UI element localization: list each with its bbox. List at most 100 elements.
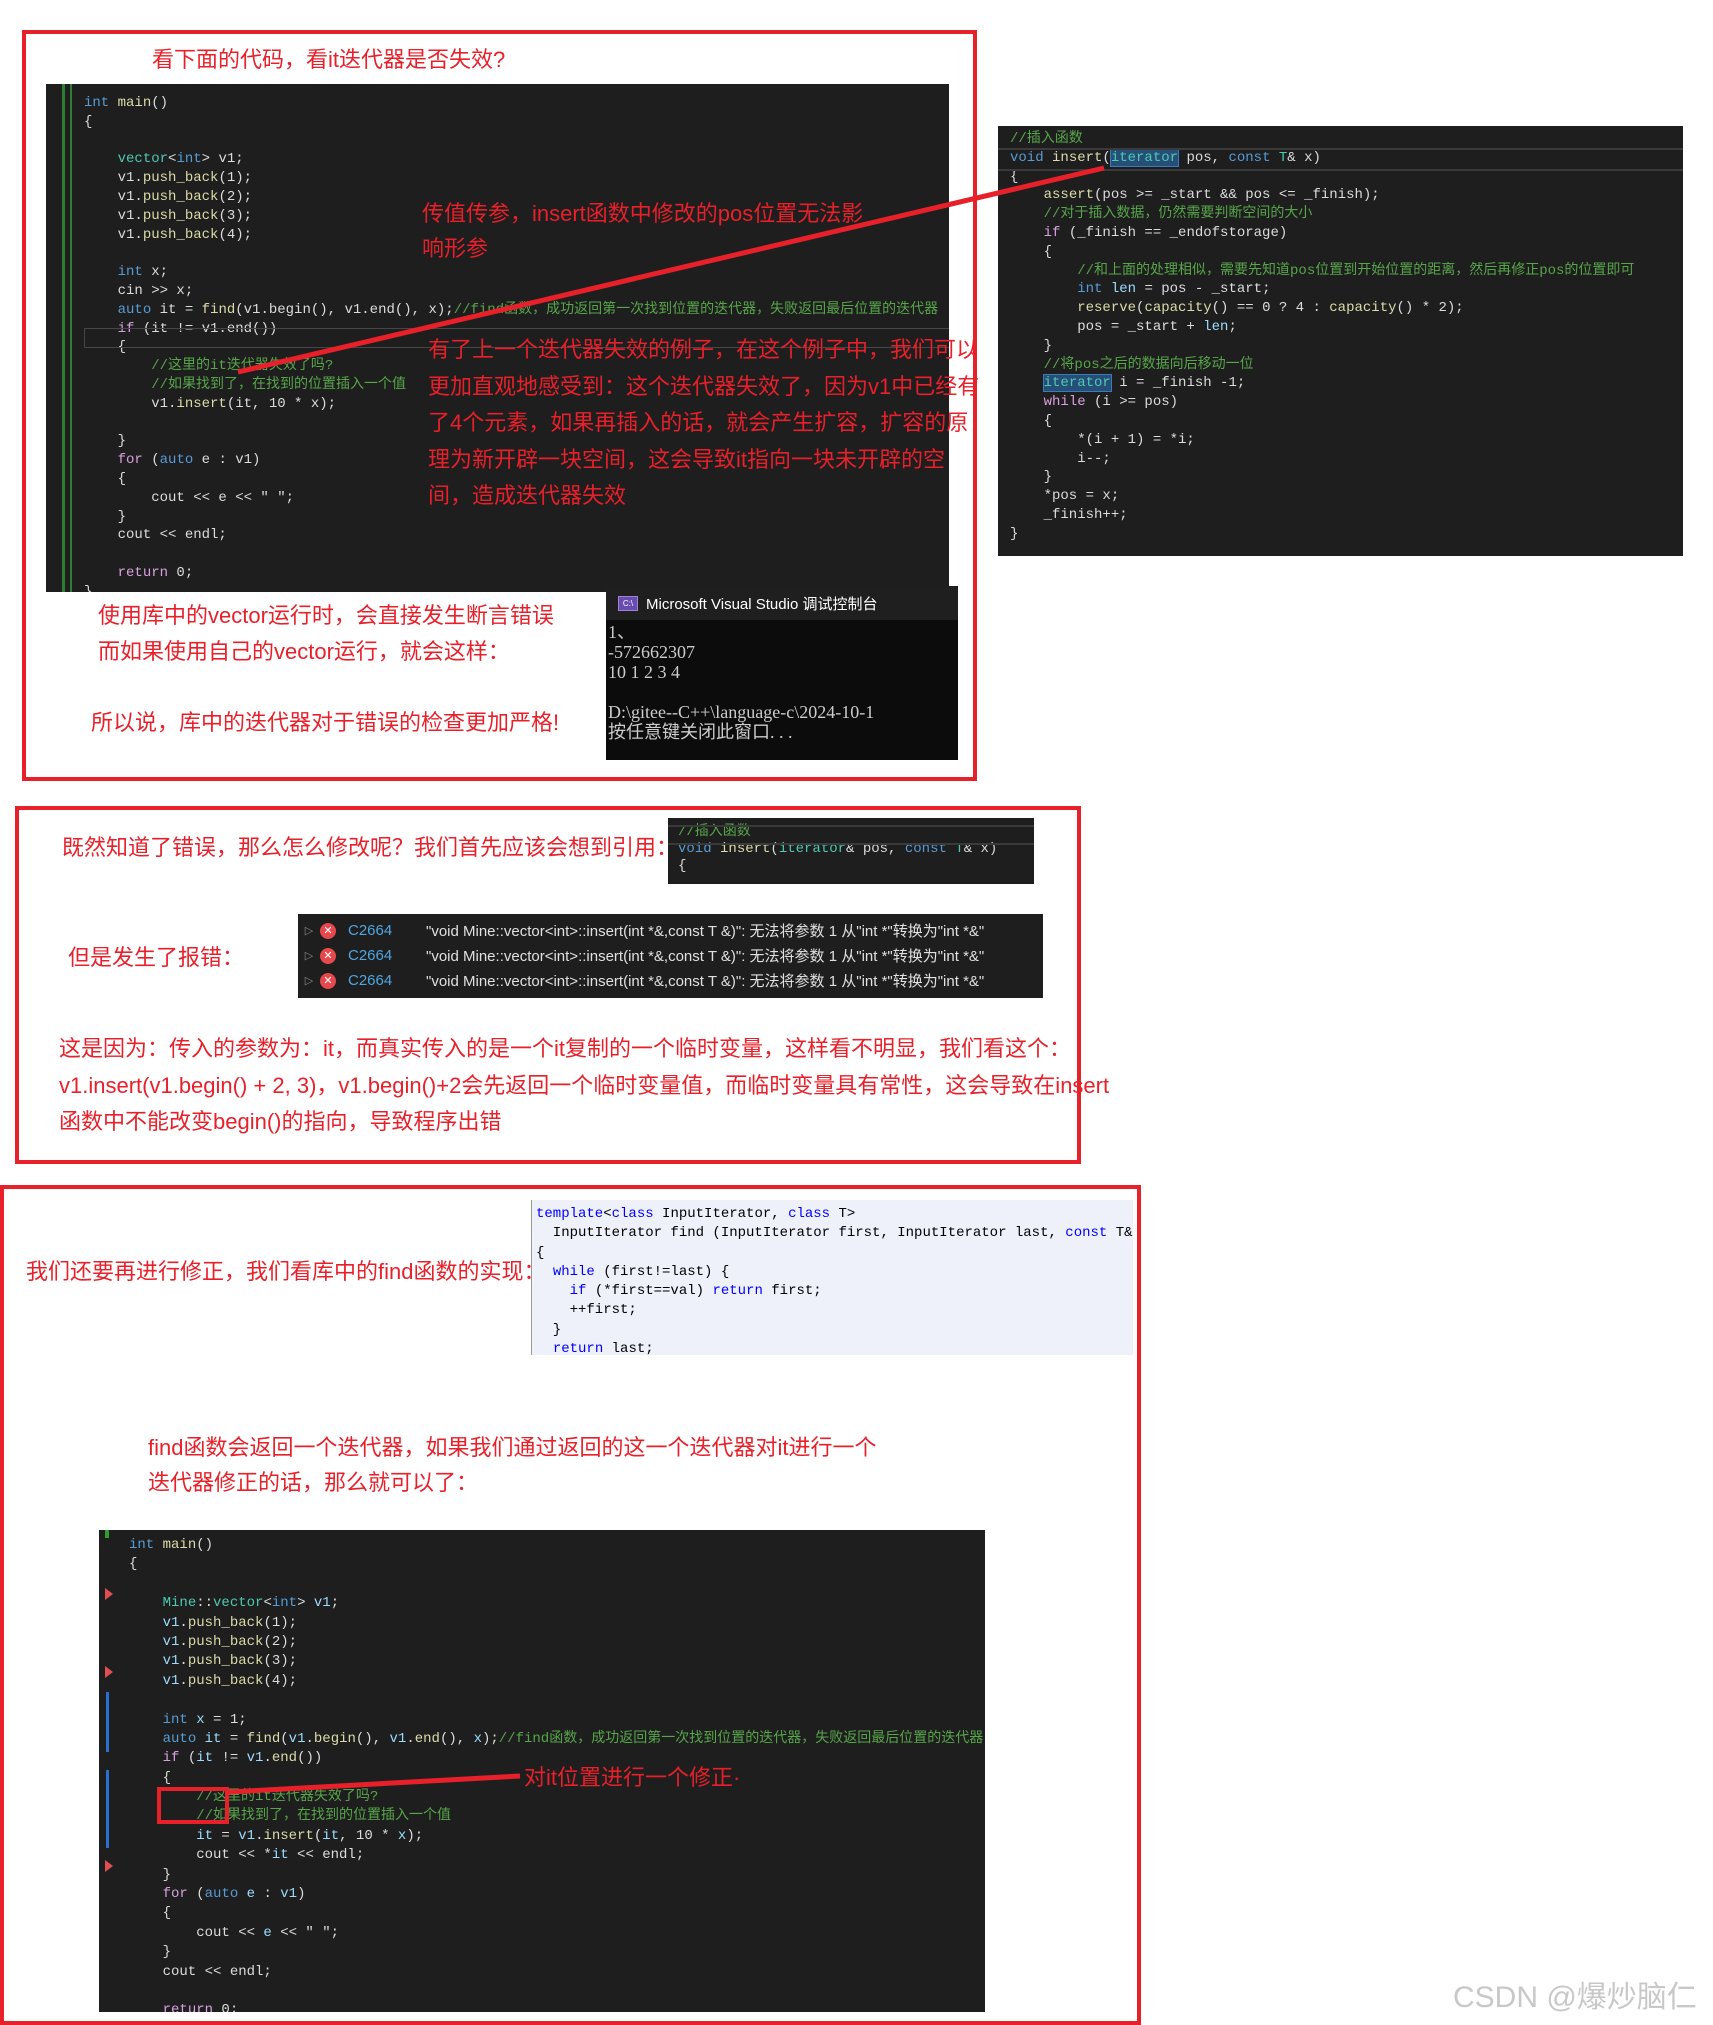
note-own-vector: 而如果使用自己的vector运行，就会这样： <box>98 639 510 664</box>
code-token: (1); <box>263 1614 298 1631</box>
code-token: { <box>129 1556 138 1573</box>
error-label: 但是发生了报错： <box>68 945 245 970</box>
section-2-title: 既然知道了错误，那么怎么修改呢？我们首先应该会想到引用： <box>62 835 679 860</box>
code-token: push_back <box>187 1614 264 1631</box>
code-line: } <box>129 1943 985 1962</box>
code-token: () <box>196 1537 214 1553</box>
code-line: { <box>536 1244 1133 1263</box>
find-implementation-code: template<class InputIterator, class T> I… <box>531 1200 1133 1355</box>
code-token: int <box>271 1595 298 1612</box>
code-line: template<class InputIterator, class T> <box>536 1205 1133 1224</box>
code-token: v1 <box>162 1672 180 1689</box>
error-row[interactable]: ▷ ✕ C2664 "void Mine::vector<int>::insert(i… <box>298 943 1043 968</box>
code-line: while (first!=last) { <box>536 1263 1133 1282</box>
error-message: "void Mine::vector<int>::insert(int *&,c… <box>426 948 985 965</box>
note-assert: 使用库中的vector运行时，会直接发生断言错误 <box>98 603 554 628</box>
explanation-line: 迭代器修正的话，那么就可以了： <box>148 1470 479 1495</box>
error-message: "void Mine::vector<int>::insert(int *&,c… <box>426 973 985 990</box>
code-token: (4); <box>263 1672 298 1689</box>
code-token: first; <box>762 1283 822 1300</box>
code-token: return <box>552 1341 604 1355</box>
expand-triangle-icon[interactable]: ▷ <box>298 974 320 987</box>
error-icon: ✕ <box>320 922 336 939</box>
error-code[interactable]: C2664 <box>348 947 410 964</box>
error-row[interactable]: ▷ ✕ C2664 "void Mine::vector<int>::insert(i… <box>298 918 1043 943</box>
console-titlebar: C:\ Microsoft Visual Studio 调试控制台 <box>606 586 958 620</box>
code-token: InputIterator, <box>653 1206 789 1222</box>
breakpoint-marker[interactable] <box>105 1588 113 1600</box>
code-line: cout << e << " "; <box>129 1924 985 1943</box>
code-token: class <box>788 1206 831 1222</box>
explanation-line: v1.insert(v1.begin() + 2, 3)，v1.begin()+… <box>59 1072 1110 1098</box>
code-token: cout << <box>129 1924 264 1941</box>
expand-triangle-icon[interactable]: ▷ <box>298 924 320 937</box>
code-token: template <box>536 1206 604 1222</box>
code-line: return last; <box>536 1340 1133 1355</box>
console-app-icon: C:\ <box>618 595 638 611</box>
error-code[interactable]: C2664 <box>348 922 410 939</box>
explanation-line: 这是因为：传入的参数为：it，而真实传入的是一个it复制的一个临时变量，这样看不… <box>59 1036 1072 1061</box>
code-token: . <box>179 1672 188 1689</box>
code-line: v1.push_back(4); <box>129 1672 985 1691</box>
console-line: 10 1 2 3 4 <box>608 662 680 682</box>
code-token: 0; <box>213 2002 239 2012</box>
code-token: push_back <box>187 1653 264 1670</box>
code-token: } <box>536 1321 562 1338</box>
code-token: { <box>536 1244 545 1261</box>
annotation-fix-it: 对it位置进行一个修正· <box>524 1765 741 1790</box>
code-line: InputIterator find (InputIterator first,… <box>536 1224 1133 1243</box>
code-line: v1.push_back(1); <box>129 1614 985 1633</box>
code-token: push_back <box>187 1672 264 1689</box>
code-line: { <box>129 1555 985 1574</box>
error-icon: ✕ <box>320 947 336 964</box>
code-token: v1 <box>162 1653 180 1670</box>
code-token: (2); <box>263 1633 298 1650</box>
expand-triangle-icon[interactable]: ▷ <box>298 949 320 962</box>
console-line: -572662307 <box>608 642 695 662</box>
debug-console-window: C:\ Microsoft Visual Studio 调试控制台 1、 -57… <box>606 586 958 760</box>
explanation-line: 函数中不能改变begin()的指向，导致程序出错 <box>59 1109 502 1134</box>
section-2-explanation: 这是因为：传入的参数为：it，而真实传入的是一个it复制的一个临时变量，这样看不… <box>59 1031 1109 1141</box>
code-token: return <box>162 2002 214 2012</box>
code-token: } <box>129 1944 172 1961</box>
code-token: const <box>1065 1225 1108 1242</box>
error-message: "void Mine::vector<int>::insert(int *&,c… <box>426 923 985 940</box>
console-line: 按任意键关闭此窗口. . . <box>608 722 793 742</box>
code-line: v1.push_back(3); <box>129 1652 985 1671</box>
code-line: { <box>678 858 1034 875</box>
error-icon: ✕ <box>320 972 336 989</box>
section-3-explanation: find函数会返回一个迭代器，如果我们通过返回的这一个迭代器对it进行一个 迭代… <box>148 1430 876 1500</box>
code-token: << " "; <box>271 1924 340 1941</box>
code-token: if <box>569 1283 587 1300</box>
section-3-title: 我们还要再进行修正，我们看库中的find函数的实现： <box>26 1259 546 1284</box>
code-token: v1 <box>162 1633 180 1650</box>
code-token: T> <box>830 1206 856 1222</box>
code-token: (*first==val) <box>586 1283 713 1300</box>
code-line: int main() <box>129 1536 985 1555</box>
code-token: ++first; <box>536 1302 637 1319</box>
code-token: . <box>179 1653 188 1670</box>
error-code[interactable]: C2664 <box>348 972 410 989</box>
code-lines: template<class InputIterator, class T> I… <box>536 1205 1133 1355</box>
error-row[interactable]: ▷ ✕ C2664 "void Mine::vector<int>::insert(i… <box>298 968 1043 993</box>
note-stricter-check: 所以说，库中的迭代器对于错误的检查更加严格! <box>91 710 560 735</box>
code-token: Mine <box>162 1595 197 1612</box>
code-token: < <box>603 1206 612 1222</box>
code-token: InputIterator find (InputIterator first,… <box>536 1225 1066 1242</box>
code-token: v1 <box>313 1595 331 1612</box>
code-token: { <box>678 858 687 874</box>
breakpoint-marker[interactable] <box>105 1666 113 1678</box>
console-title: Microsoft Visual Studio 调试控制台 <box>646 595 878 613</box>
code-token: v1 <box>162 1614 180 1631</box>
code-line: { <box>129 1904 985 1923</box>
console-line: 1、 <box>608 622 635 642</box>
